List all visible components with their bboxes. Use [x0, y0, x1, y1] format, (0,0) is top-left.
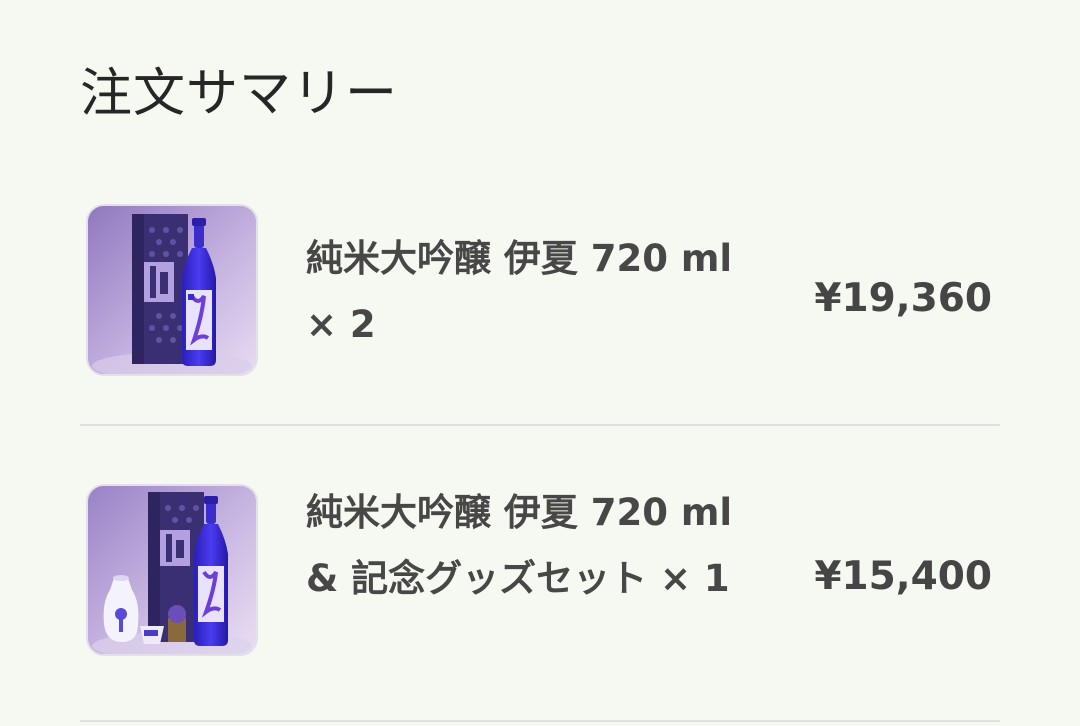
sake-set-with-goods-icon	[88, 486, 256, 654]
item-price: ¥15,400	[814, 554, 992, 599]
order-item: 純米大吟醸 伊夏 720 ml & 記念グッズセット × 1 ¥15,400	[80, 484, 1000, 664]
order-item: 純米大吟醸 伊夏 720 ml × 2 ¥19,360	[80, 204, 1000, 384]
product-thumbnail	[86, 484, 258, 656]
item-name: 純米大吟醸 伊夏 720 ml & 記念グッズセット × 1	[306, 491, 733, 600]
sake-bottle-with-box-icon	[88, 206, 256, 374]
item-price: ¥19,360	[814, 276, 992, 321]
divider	[80, 424, 1000, 426]
divider	[80, 720, 1000, 722]
product-thumbnail	[86, 204, 258, 376]
order-summary-title: 注文サマリー	[80, 64, 399, 124]
item-name: 純米大吟醸 伊夏 720 ml × 2	[306, 237, 733, 346]
